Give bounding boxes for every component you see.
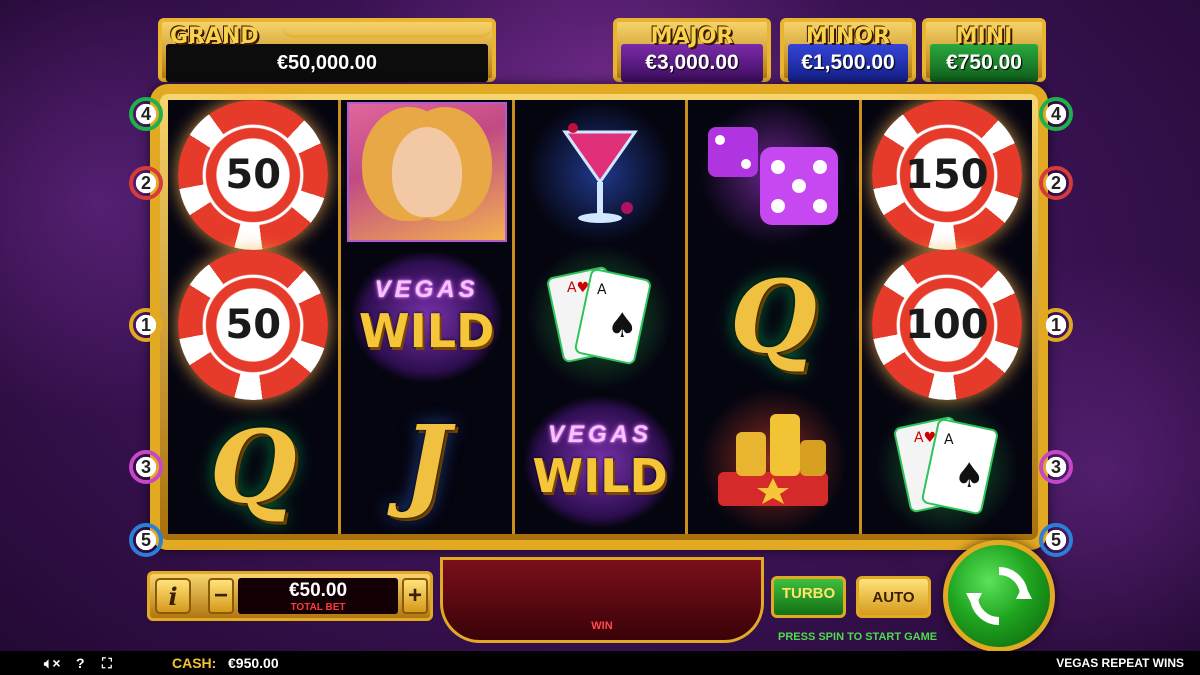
help-icon[interactable]: ? — [76, 655, 85, 671]
reel-cell: Q — [688, 245, 858, 390]
decrease-bet-button[interactable]: − — [208, 578, 234, 614]
total-bet-display: €50.00 TOTAL BET — [238, 578, 398, 614]
info-button[interactable]: i — [155, 578, 191, 614]
minor-jackpot-label: MINOR — [805, 24, 891, 49]
poker-chip: 50 — [178, 100, 329, 250]
payline-badge: 1 — [1039, 308, 1073, 342]
payline-badge: 4 — [129, 97, 163, 131]
svg-text:A: A — [944, 432, 954, 448]
reel-cell: VEGAS WILD — [515, 389, 685, 534]
svg-text:♠: ♠ — [954, 456, 984, 496]
cash-value: €950.00 — [228, 655, 279, 671]
major-jackpot-value: €3,000.00 — [621, 44, 763, 82]
auto-button[interactable]: AUTO — [856, 576, 931, 618]
cash-label: CASH: — [172, 655, 217, 671]
payline-badge: 3 — [129, 450, 163, 484]
total-bet-label: TOTAL BET — [290, 601, 346, 613]
grand-jackpot: GRAND €50,000.00 — [158, 18, 496, 82]
svg-text:♠: ♠ — [607, 306, 637, 346]
chip-value: 100 — [905, 302, 989, 348]
chip-value: 50 — [225, 302, 282, 348]
svg-text:A♥: A♥ — [914, 430, 936, 446]
win-display: WIN — [440, 557, 764, 643]
payline-badge: 3 — [1039, 450, 1073, 484]
reel-5: 150 100 A♥ A ♠ — [861, 100, 1033, 534]
grand-jackpot-value: €50,000.00 — [166, 44, 488, 82]
svg-text:A: A — [597, 282, 607, 298]
poker-chip: 150 — [871, 100, 1022, 250]
minor-jackpot: MINOR €1,500.00 — [780, 18, 916, 82]
payline-badge: 2 — [1039, 166, 1073, 200]
reel-4: Q — [688, 100, 862, 535]
poker-chip: 50 — [178, 250, 329, 400]
reel-cell — [688, 100, 859, 245]
reel-cell: VEGAS WILD — [341, 245, 511, 390]
win-label: WIN — [591, 620, 613, 632]
svg-text:A♥: A♥ — [567, 280, 589, 296]
spin-arrows-icon — [966, 567, 1032, 625]
mini-jackpot-label: MINI — [955, 24, 1013, 49]
payline-badge: 4 — [1039, 97, 1073, 131]
coin-stack-icon — [708, 402, 838, 522]
reel-cell: 150 — [862, 100, 1032, 250]
minor-jackpot-value: €1,500.00 — [788, 44, 908, 82]
sound-muted-icon[interactable]: 🔈︎× — [44, 655, 61, 672]
chip-value: 150 — [905, 152, 989, 198]
queen-icon: Q — [209, 408, 297, 526]
major-jackpot: MAJOR €3,000.00 — [613, 18, 771, 82]
payline-badge: 5 — [1039, 523, 1073, 557]
reel-cell: J — [341, 389, 511, 534]
vegas-wild-symbol: VEGAS WILD — [525, 396, 676, 527]
game-title: VEGAS REPEAT WINS — [1056, 656, 1184, 670]
turbo-button[interactable]: TURBO — [771, 576, 846, 618]
queen-icon: Q — [729, 258, 817, 376]
increase-bet-button[interactable]: + — [402, 578, 428, 614]
reel-3: A♥ A ♠ VEGAS WILD — [514, 100, 689, 534]
mini-jackpot: MINI €750.00 — [922, 18, 1046, 82]
spin-button[interactable] — [943, 540, 1055, 652]
reel-cell: A♥ A ♠ — [514, 244, 686, 390]
dice-icon — [698, 112, 848, 232]
jack-icon: J — [402, 402, 451, 521]
reel-grid: 50 50 Q VEGAS WILD J A♥ A ♠ VEGAS WILD Q 150 100 A♥ A ♠ — [168, 100, 1033, 535]
playing-cards-icon: A♥ A ♠ — [882, 412, 1012, 522]
reel-cell — [688, 389, 859, 535]
poker-chip: 100 — [871, 250, 1022, 400]
woman-portrait-icon — [346, 102, 507, 243]
flourish-decoration — [282, 26, 492, 38]
status-bar: 🔈︎× ? ⛶ CASH: €950.00 VEGAS REPEAT WINS — [0, 651, 1200, 675]
bet-panel: i − €50.00 TOTAL BET + — [147, 571, 433, 621]
vegas-wild-symbol: VEGAS WILD — [351, 252, 502, 382]
chip-value: 50 — [225, 152, 282, 198]
major-jackpot-label: MAJOR — [650, 24, 734, 49]
playing-cards-icon: A♥ A ♠ — [535, 262, 665, 372]
reel-cell — [341, 100, 511, 245]
mini-jackpot-value: €750.00 — [930, 44, 1038, 82]
total-bet-amount: €50.00 — [288, 579, 348, 601]
reel-cell: 50 — [168, 250, 338, 400]
wild-top-text: VEGAS — [374, 276, 479, 303]
reel-1: 50 50 Q — [168, 100, 342, 534]
reel-cell — [514, 100, 686, 245]
reel-2: VEGAS WILD J — [341, 100, 515, 534]
payline-badge: 5 — [129, 523, 163, 557]
reel-cell: 50 — [168, 100, 338, 250]
press-spin-hint: PRESS SPIN TO START GAME — [778, 631, 938, 643]
wild-bottom-text: WILD — [532, 448, 668, 503]
fullscreen-icon[interactable]: ⛶ — [102, 655, 112, 672]
reel-cell: Q — [168, 400, 338, 534]
wild-top-text: VEGAS — [548, 420, 653, 448]
reel-cell: A♥ A ♠ — [861, 400, 1033, 534]
reel-cell: 100 — [862, 250, 1032, 400]
wild-bottom-text: WILD — [358, 304, 495, 358]
cocktail-glass-icon — [555, 112, 645, 232]
grand-jackpot-label: GRAND — [170, 24, 259, 49]
payline-badge: 1 — [129, 308, 163, 342]
payline-badge: 2 — [129, 166, 163, 200]
